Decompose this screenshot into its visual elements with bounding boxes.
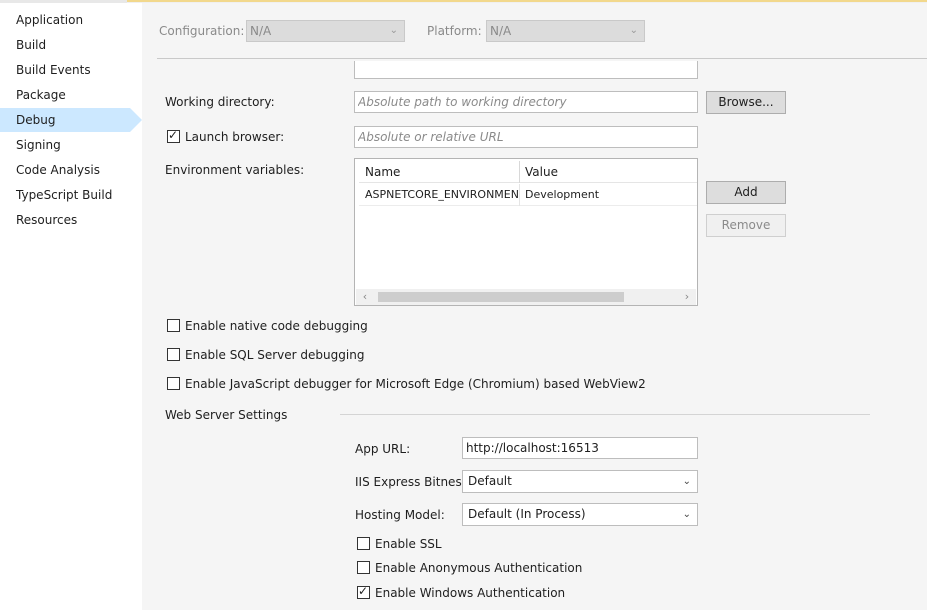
web-server-settings-heading: Web Server Settings — [165, 408, 288, 422]
column-header-name[interactable]: Name — [359, 161, 519, 183]
anonymous-auth-checkbox[interactable] — [357, 561, 370, 574]
env-name-cell[interactable]: ASPNETCORE_ENVIRONMENT — [359, 184, 519, 206]
env-value-cell[interactable]: Development — [519, 184, 697, 206]
debug-properties-panel: Configuration: N/A ⌄ Platform: N/A ⌄ Wor… — [142, 3, 927, 610]
chevron-down-icon: ⌄ — [682, 476, 691, 487]
windows-auth-checkbox[interactable]: ✓ — [357, 584, 370, 599]
hosting-model-label: Hosting Model: — [355, 508, 445, 522]
enable-ssl-label: Enable SSL — [375, 537, 442, 551]
chevron-right-icon[interactable]: › — [680, 289, 694, 305]
remove-button[interactable]: Remove — [706, 214, 786, 237]
working-directory-input[interactable] — [358, 92, 697, 112]
sidebar-item-typescript-build[interactable]: TypeScript Build — [0, 183, 142, 207]
platform-label: Platform: — [427, 24, 482, 38]
configuration-dropdown: N/A ⌄ — [246, 20, 405, 42]
configuration-value: N/A — [250, 24, 272, 38]
js-debugger-checkbox[interactable] — [167, 377, 180, 390]
add-button[interactable]: Add — [706, 181, 786, 204]
app-url-field[interactable]: http://localhost:16513 — [462, 437, 698, 459]
hosting-model-dropdown[interactable]: Default (In Process) ⌄ — [462, 503, 698, 526]
enable-ssl-checkbox[interactable] — [357, 537, 370, 550]
native-debugging-label: Enable native code debugging — [185, 319, 368, 333]
launch-browser-checkbox[interactable]: ✓ — [167, 128, 180, 143]
sidebar-item-build[interactable]: Build — [0, 33, 142, 57]
configuration-label: Configuration: — [159, 24, 245, 38]
header-separator — [157, 58, 927, 59]
iis-bitness-dropdown[interactable]: Default ⌄ — [462, 470, 698, 493]
checkmark-icon: ✓ — [358, 584, 369, 598]
table-row[interactable]: ASPNETCORE_ENVIRONMENT Development — [359, 184, 697, 206]
properties-sidebar: Application Build Build Events Package D… — [0, 3, 142, 610]
browse-button[interactable]: Browse... — [706, 91, 786, 114]
platform-dropdown: N/A ⌄ — [486, 20, 645, 42]
sql-debugging-checkbox[interactable] — [167, 348, 180, 361]
native-debugging-checkbox[interactable] — [167, 319, 180, 332]
checkmark-icon: ✓ — [168, 128, 179, 142]
chevron-down-icon: ⌄ — [682, 509, 691, 520]
working-directory-field[interactable] — [354, 91, 698, 113]
chevron-down-icon: ⌄ — [389, 25, 398, 36]
working-directory-label: Working directory: — [165, 95, 275, 109]
chevron-down-icon: ⌄ — [629, 25, 638, 36]
launch-browser-url-field[interactable] — [354, 126, 698, 148]
scrollbar-thumb[interactable] — [378, 292, 624, 302]
sidebar-item-application[interactable]: Application — [0, 8, 142, 32]
web-server-separator — [340, 414, 870, 415]
anonymous-auth-label: Enable Anonymous Authentication — [375, 561, 583, 575]
sidebar-item-signing[interactable]: Signing — [0, 133, 142, 157]
app-url-value: http://localhost:16513 — [466, 441, 599, 455]
iis-bitness-label: IIS Express Bitness: — [355, 475, 472, 489]
app-url-label: App URL: — [355, 442, 411, 456]
horizontal-scrollbar[interactable]: ‹ › — [356, 289, 696, 305]
launch-browser-url-input[interactable] — [358, 127, 697, 147]
js-debugger-label: Enable JavaScript debugger for Microsoft… — [185, 377, 646, 391]
tab-strip-accent — [127, 0, 927, 2]
iis-bitness-value: Default — [468, 474, 512, 488]
launch-browser-label: Launch browser: — [185, 130, 285, 144]
previous-field-partial[interactable] — [354, 61, 698, 79]
chevron-left-icon[interactable]: ‹ — [358, 289, 372, 305]
sql-debugging-label: Enable SQL Server debugging — [185, 348, 365, 362]
sidebar-item-build-events[interactable]: Build Events — [0, 58, 142, 82]
sidebar-item-resources[interactable]: Resources — [0, 208, 142, 232]
sidebar-item-code-analysis[interactable]: Code Analysis — [0, 158, 142, 182]
windows-auth-label: Enable Windows Authentication — [375, 586, 566, 600]
hosting-model-value: Default (In Process) — [468, 507, 586, 521]
grid-header: Name Value — [359, 161, 697, 183]
sidebar-item-debug[interactable]: Debug — [0, 108, 142, 132]
environment-variables-label: Environment variables: — [165, 163, 305, 177]
column-header-value[interactable]: Value — [519, 161, 697, 183]
environment-variables-grid[interactable]: Name Value ASPNETCORE_ENVIRONMENT Develo… — [354, 158, 698, 306]
sidebar-item-package[interactable]: Package — [0, 83, 142, 107]
platform-value: N/A — [490, 24, 512, 38]
